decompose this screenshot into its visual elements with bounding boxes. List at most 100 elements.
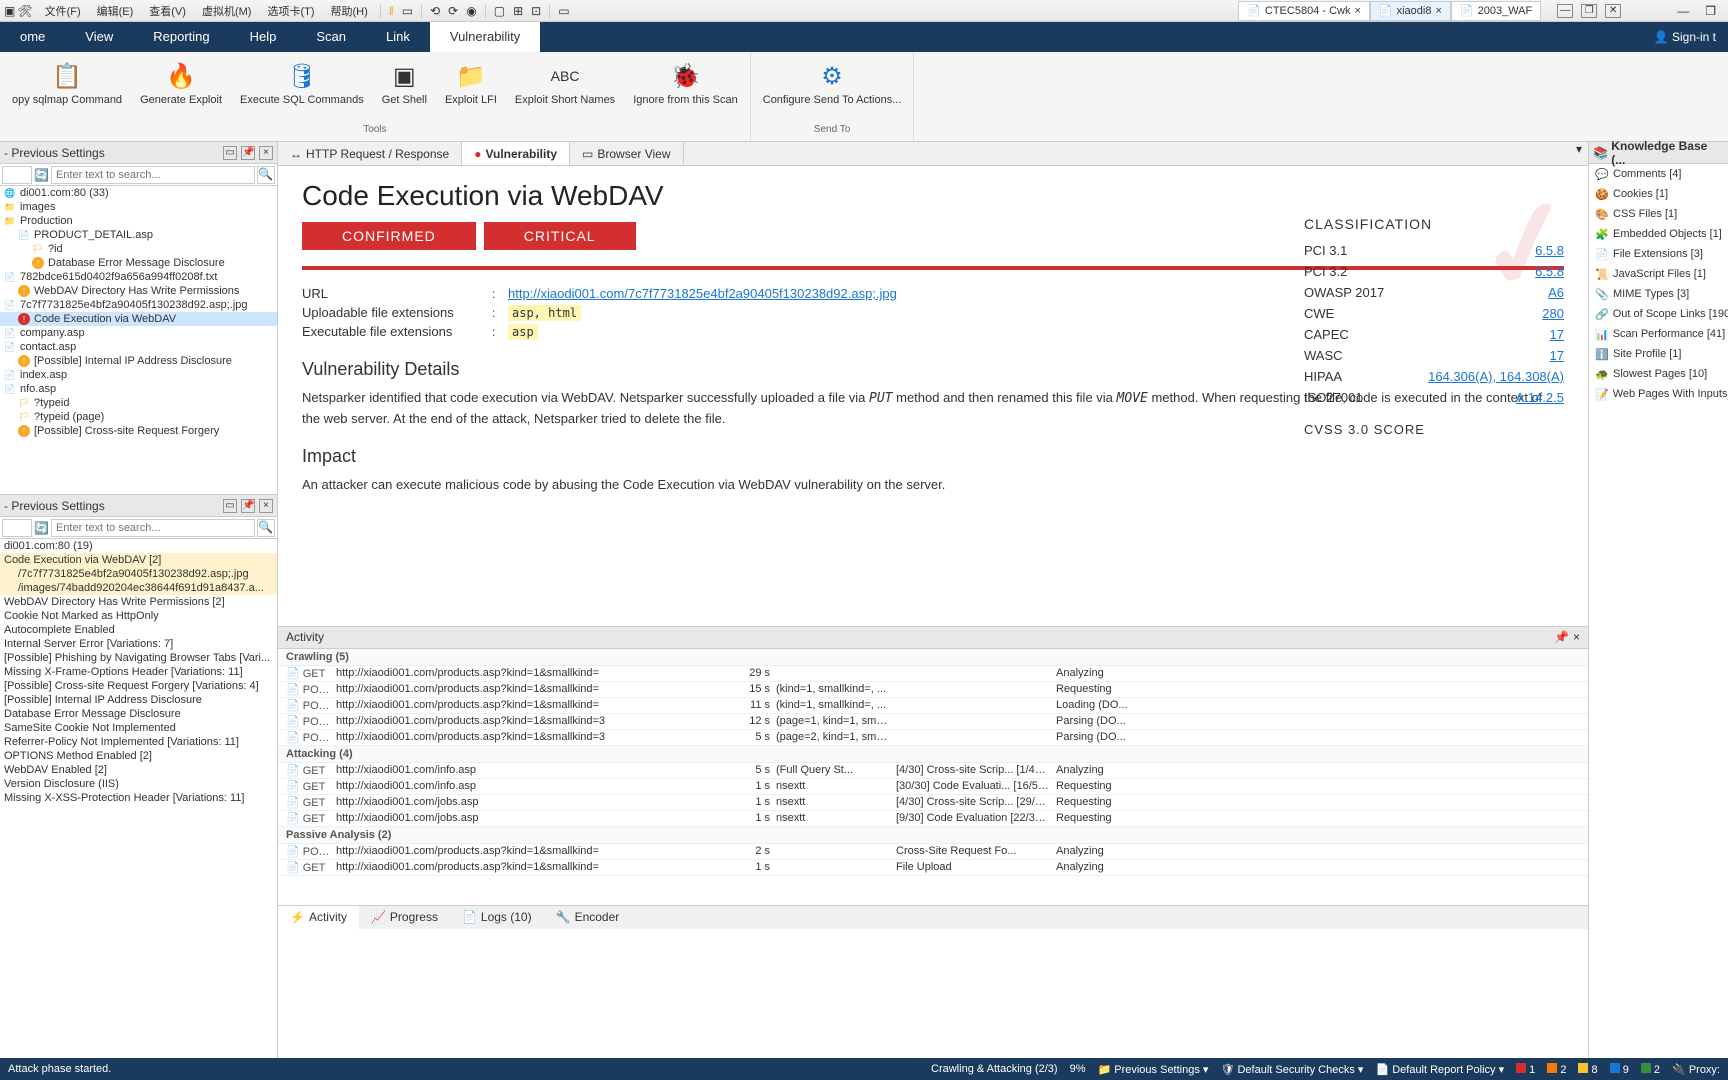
tab-vulnerability-view[interactable]: ●Vulnerability [462, 142, 570, 165]
execute-sql-button[interactable]: 🛢Execute SQL Commands [232, 56, 372, 110]
tree-item[interactable]: SameSite Cookie Not Implemented [0, 721, 277, 735]
snapshot-icon-3[interactable]: ◉ [466, 4, 476, 18]
search-icon[interactable]: 🔍 [257, 166, 275, 184]
pin-icon[interactable]: 📌 [241, 499, 255, 513]
activity-row[interactable]: 📄 POSThttp://xiaodi001.com/products.asp?… [278, 714, 1588, 730]
kb-item[interactable]: 📊Scan Performance [41] [1589, 324, 1728, 344]
tree-item[interactable]: 🏳?typeid [0, 396, 277, 410]
tree-item[interactable]: WebDAV Directory Has Write Permissions [… [0, 595, 277, 609]
snapshot-icon[interactable]: ⟲ [430, 4, 440, 18]
activity-row[interactable]: 📄 GEThttp://xiaodi001.com/products.asp?k… [278, 666, 1588, 682]
pause-icon[interactable]: ‖ [389, 4, 394, 18]
ignore-scan-button[interactable]: 🐞Ignore from this Scan [625, 56, 746, 110]
kb-item[interactable]: 🍪Cookies [1] [1589, 184, 1728, 204]
activity-row[interactable]: 📄 POSThttp://xiaodi001.com/products.asp?… [278, 682, 1588, 698]
snapshot-icon-2[interactable]: ⟳ [448, 4, 458, 18]
tab-scan[interactable]: Scan [296, 22, 366, 52]
tree-item[interactable]: Code Execution via WebDAV [2] [0, 553, 277, 567]
tree-item[interactable]: !WebDAV Directory Has Write Permissions [0, 284, 277, 298]
tree-item[interactable]: 📄index.asp [0, 368, 277, 382]
tree-item[interactable]: 🏳?id [0, 242, 277, 256]
generate-exploit-button[interactable]: 🔥Generate Exploit [132, 56, 230, 110]
tree-item[interactable]: 📄7c7f7731825e4bf2a90405f130238d92.asp;.j… [0, 298, 277, 312]
menu-vm[interactable]: 虚拟机(M) [198, 3, 256, 19]
tab-reporting[interactable]: Reporting [133, 22, 229, 52]
sitemap-tree[interactable]: 🌐di001.com:80 (33)📁images📁Production📄PRO… [0, 186, 277, 494]
minimize-icon[interactable]: — [1557, 4, 1573, 18]
signin-link[interactable]: 👤 Sign-in t [1642, 22, 1728, 52]
close-icon[interactable]: × [259, 499, 273, 513]
tree-item[interactable]: 📄PRODUCT_DETAIL.asp [0, 228, 277, 242]
exploit-lfi-button[interactable]: 📁Exploit LFI [437, 56, 505, 110]
tree-item[interactable]: 🌐di001.com:80 (33) [0, 186, 277, 200]
issues-tree[interactable]: di001.com:80 (19)Code Execution via WebD… [0, 539, 277, 1058]
tree-item[interactable]: 📁images [0, 200, 277, 214]
activity-row[interactable]: 📄 GEThttp://xiaodi001.com/jobs.asp1 snse… [278, 795, 1588, 811]
kb-item[interactable]: 💬Comments [4] [1589, 164, 1728, 184]
tree-item[interactable]: 📄nfo.asp [0, 382, 277, 396]
kb-item[interactable]: 📄File Extensions [3] [1589, 244, 1728, 264]
tree-item[interactable]: Internal Server Error [Variations: 7] [0, 637, 277, 651]
tree-item[interactable]: Missing X-Frame-Options Header [Variatio… [0, 665, 277, 679]
refresh-icon[interactable]: 🔄 [34, 521, 49, 535]
view-icon-4[interactable]: ▭ [558, 4, 569, 18]
maximize-icon[interactable]: ❐ [1581, 4, 1597, 18]
activity-row[interactable]: 📄 POSThttp://xiaodi001.com/products.asp?… [278, 730, 1588, 746]
tree-item[interactable]: [Possible] Internal IP Address Disclosur… [0, 693, 277, 707]
tree-item[interactable]: Referrer-Policy Not Implemented [Variati… [0, 735, 277, 749]
tree-item[interactable]: /images/74badd920204ec38644f691d91a8437.… [0, 581, 277, 595]
tree-item[interactable]: 📄company.asp [0, 326, 277, 340]
menu-view[interactable]: 查看(V) [145, 3, 190, 19]
tab-progress[interactable]: 📈Progress [359, 906, 450, 929]
app-minimize-icon[interactable]: — [1677, 4, 1689, 18]
tree-item[interactable]: di001.com:80 (19) [0, 539, 277, 553]
get-shell-button[interactable]: ▣Get Shell [374, 56, 435, 110]
pin-icon[interactable]: 📌 [241, 146, 255, 160]
app-maximize-icon[interactable]: ❐ [1705, 4, 1716, 18]
menu-file[interactable]: 文件(F) [41, 3, 85, 19]
tree-item[interactable]: !Database Error Message Disclosure [0, 256, 277, 270]
tab-logs[interactable]: 📄Logs (10) [450, 906, 544, 929]
view-icon-1[interactable]: ▢ [494, 4, 505, 18]
kb-item[interactable]: ℹ️Site Profile [1] [1589, 344, 1728, 364]
menu-help[interactable]: 帮助(H) [327, 3, 372, 19]
kb-item[interactable]: 📎MIME Types [3] [1589, 284, 1728, 304]
kb-item[interactable]: 🧩Embedded Objects [1] [1589, 224, 1728, 244]
close-icon[interactable]: × [259, 146, 273, 160]
activity-row[interactable]: 📄 GEThttp://xiaodi001.com/jobs.asp1 snse… [278, 811, 1588, 827]
activity-row[interactable]: 📄 POSThttp://xiaodi001.com/products.asp?… [278, 698, 1588, 714]
kb-item[interactable]: 🔗Out of Scope Links [190 [1589, 304, 1728, 324]
view-icon-3[interactable]: ⊡ [531, 4, 541, 18]
close-icon[interactable]: × [1435, 5, 1441, 17]
tab-http[interactable]: ↔HTTP Request / Response [278, 142, 462, 165]
tab-browser[interactable]: ▭Browser View [570, 142, 683, 165]
kb-item[interactable]: 📝Web Pages With Inputs [1589, 384, 1728, 404]
activity-row[interactable]: 📄 POSThttp://xiaodi001.com/products.asp?… [278, 844, 1588, 860]
tab-encoder[interactable]: 🔧Encoder [544, 906, 632, 929]
window-icon[interactable]: ▭ [223, 499, 237, 513]
tree-item[interactable]: !Code Execution via WebDAV [0, 312, 277, 326]
doc-tab-2[interactable]: 📄xiaodi8× [1370, 1, 1451, 21]
tree-item[interactable]: 📄contact.asp [0, 340, 277, 354]
copy-sqlmap-button[interactable]: 📋opy sqlmap Command [4, 56, 130, 110]
tree-item[interactable]: [Possible] Cross-site Request Forgery [V… [0, 679, 277, 693]
filter-dropdown[interactable] [2, 166, 32, 184]
kb-item[interactable]: 🎨CSS Files [1] [1589, 204, 1728, 224]
tree-item[interactable]: 🏳?typeid (page) [0, 410, 277, 424]
search-input[interactable] [51, 166, 255, 184]
kb-item[interactable]: 🐢Slowest Pages [10] [1589, 364, 1728, 384]
tab-activity[interactable]: ⚡Activity [278, 906, 359, 929]
tab-home[interactable]: ome [0, 22, 65, 52]
menu-edit[interactable]: 编辑(E) [93, 3, 138, 19]
tab-view[interactable]: View [65, 22, 133, 52]
tree-item[interactable]: Version Disclosure (IIS) [0, 777, 277, 791]
tree-item[interactable]: 📄782bdce615d0402f9a656a994ff0208f.txt [0, 270, 277, 284]
doc-tab-3[interactable]: 📄2003_WAF [1451, 1, 1541, 21]
tree-item[interactable]: Autocomplete Enabled [0, 623, 277, 637]
tree-item[interactable]: [Possible] Phishing by Navigating Browse… [0, 651, 277, 665]
toolbar-icon[interactable]: ▭ [402, 4, 413, 18]
tree-item[interactable]: WebDAV Enabled [2] [0, 763, 277, 777]
tree-item[interactable]: ![Possible] Cross-site Request Forgery [0, 424, 277, 438]
tools-icon[interactable]: 🛠 [17, 4, 32, 18]
close-icon[interactable]: × [1354, 5, 1360, 17]
